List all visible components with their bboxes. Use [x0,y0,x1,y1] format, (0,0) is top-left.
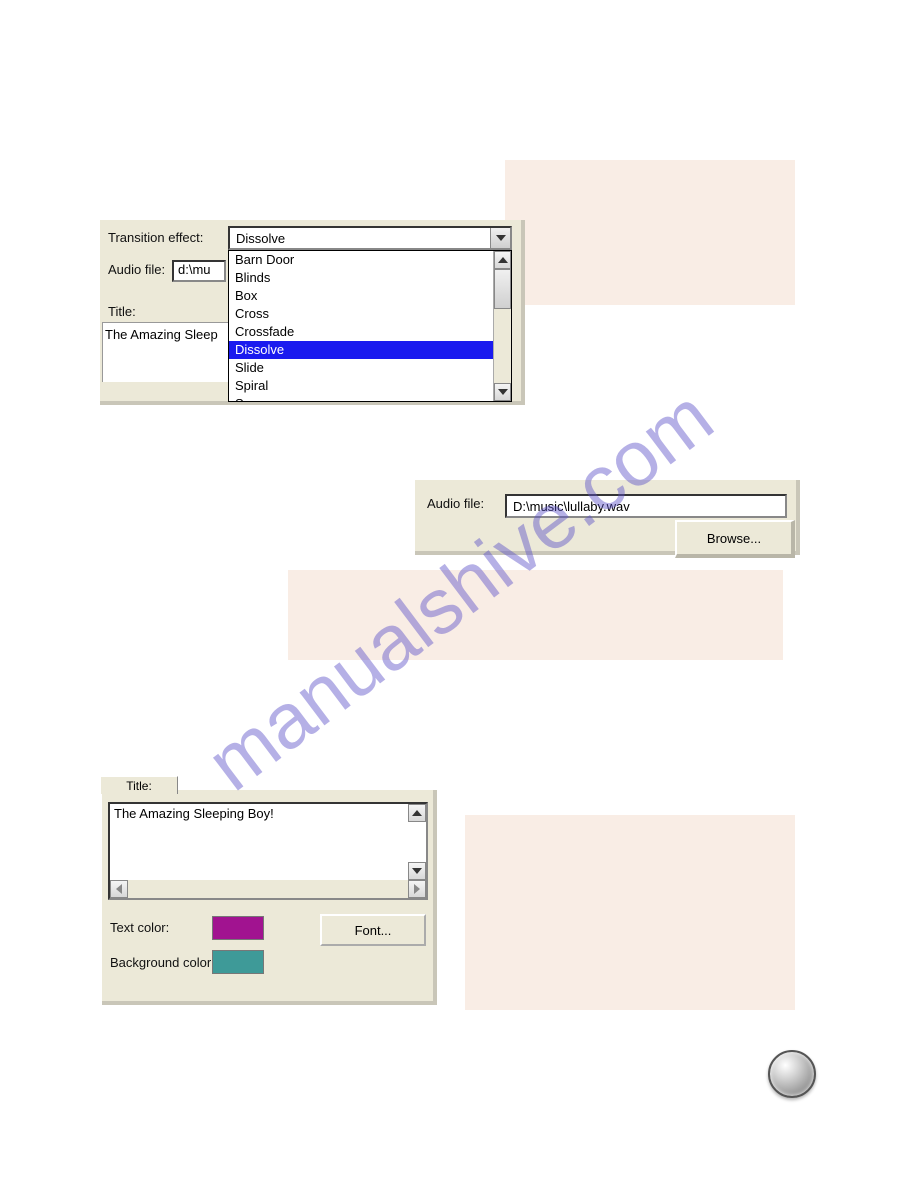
scroll-track[interactable] [494,269,511,383]
title-textarea[interactable]: The Amazing Sleeping Boy! [108,802,428,900]
dropdown-option[interactable]: Spiral [229,377,511,395]
scroll-thumb[interactable] [494,269,511,309]
title-panel: The Amazing Sleeping Boy! Text color: Ba… [102,790,437,1005]
dropdown-option[interactable]: Cross [229,305,511,323]
font-button[interactable]: Font... [320,914,426,946]
scroll-left-icon[interactable] [110,880,128,898]
scroll-down-icon[interactable] [494,383,511,401]
browse-button[interactable]: Browse... [675,520,795,558]
audio-file-input[interactable]: d:\mu [172,260,226,282]
horizontal-scrollbar[interactable] [110,880,426,898]
scroll-down-icon[interactable] [408,862,426,880]
dropdown-option[interactable]: Dissolve [229,341,511,359]
title-textarea[interactable]: The Amazing Sleep [102,322,228,382]
transition-effect-combobox[interactable]: Dissolve [228,226,512,250]
transition-panel: Transition effect: Audio file: Title: Di… [100,220,525,405]
combobox-value: Dissolve [236,231,285,246]
dropdown-option[interactable]: Slide [229,359,511,377]
dropdown-scrollbar[interactable] [493,251,511,401]
text-color-label: Text color: [110,920,169,935]
transition-effect-label: Transition effect: [108,230,203,245]
audio-file-label: Audio file: [427,496,484,511]
dropdown-option[interactable]: Sweep [229,395,511,401]
round-button[interactable] [768,1050,816,1098]
audio-file-label: Audio file: [108,262,165,277]
placeholder-box [288,570,783,660]
audio-file-input[interactable]: D:\music\lullaby.wav [505,494,787,518]
scroll-up-icon[interactable] [494,251,511,269]
background-color-swatch[interactable] [212,950,264,974]
background-color-label: Background color: [110,955,215,970]
dropdown-option[interactable]: Barn Door [229,251,511,269]
title-tab[interactable]: Title: [100,776,178,794]
transition-dropdown-list[interactable]: Barn DoorBlindsBoxCrossCrossfadeDissolve… [228,250,512,402]
vertical-scrollbar[interactable] [408,804,426,880]
chevron-down-icon[interactable] [490,228,510,248]
dropdown-option[interactable]: Box [229,287,511,305]
text-color-swatch[interactable] [212,916,264,940]
placeholder-box [465,815,795,1010]
placeholder-box [505,160,795,305]
dropdown-option[interactable]: Crossfade [229,323,511,341]
scroll-right-icon[interactable] [408,880,426,898]
title-label: Title: [108,304,136,319]
dropdown-option[interactable]: Blinds [229,269,511,287]
scroll-up-icon[interactable] [408,804,426,822]
